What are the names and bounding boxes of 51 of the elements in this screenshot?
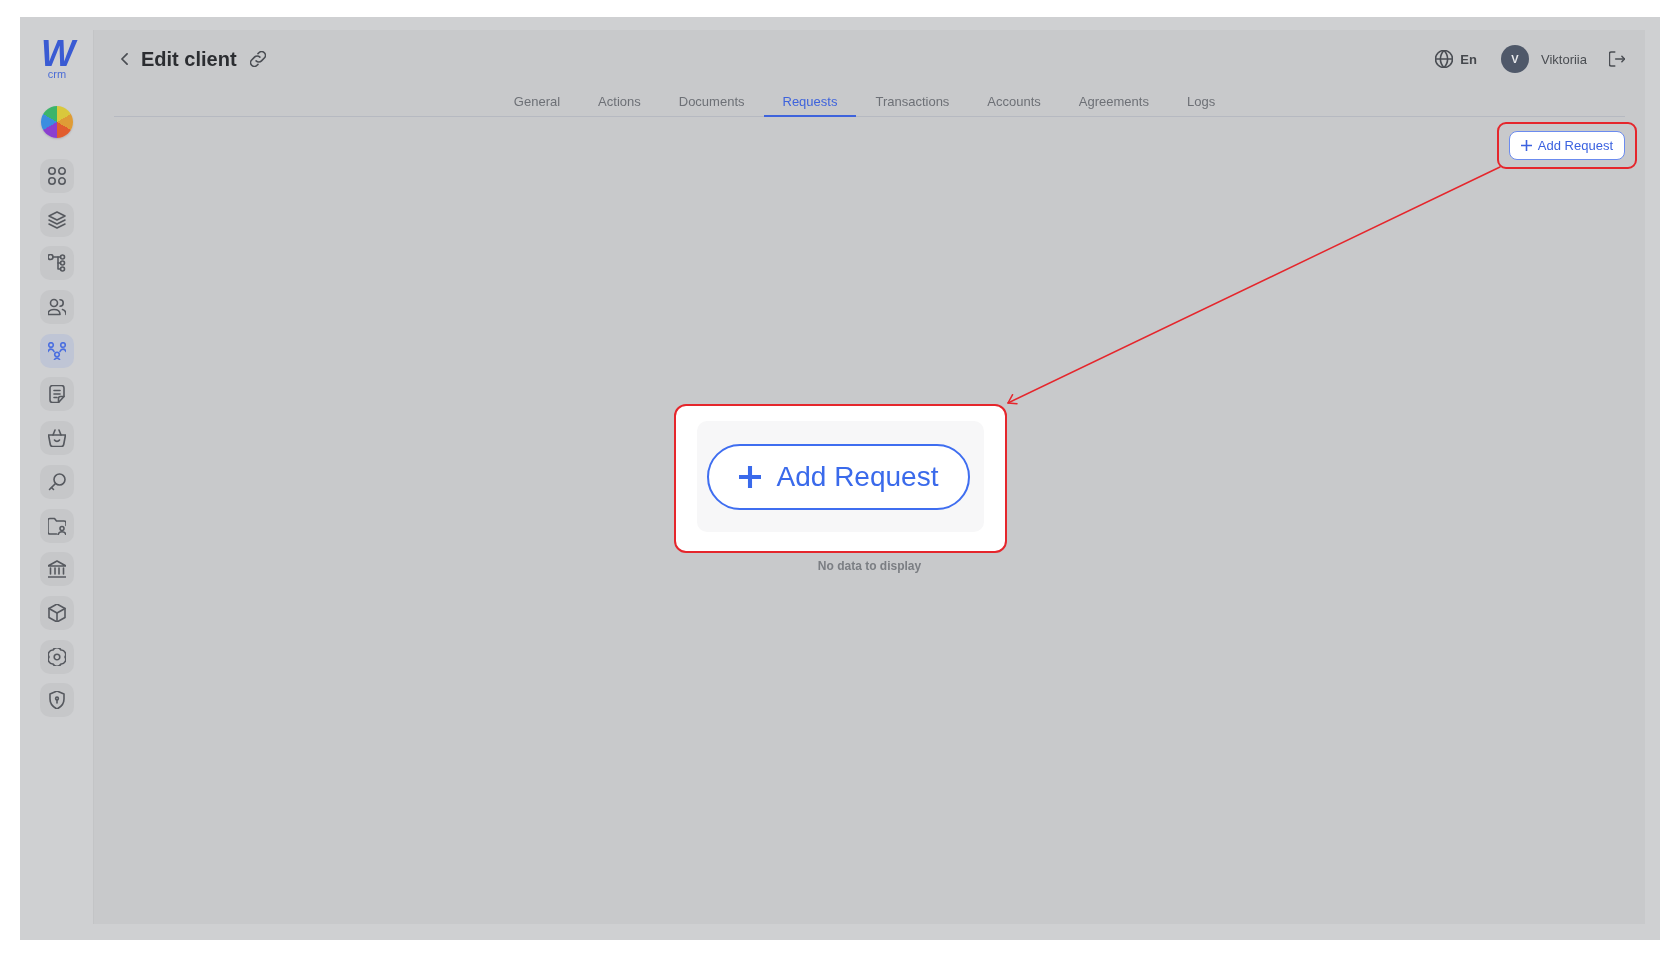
sidebar-nav-button[interactable] [40,290,74,325]
bank-icon [48,560,66,579]
users-icon [48,298,66,317]
sidebar-nav-button[interactable] [40,639,74,674]
add-request-button[interactable]: Add Request [707,443,970,510]
empty-state-message: No data to display [816,558,923,574]
sidebar-nav-button[interactable] [40,464,74,499]
folder-user-icon [48,516,66,535]
user-avatar[interactable]: V [1501,45,1529,73]
link-icon [249,51,266,67]
logout-icon [1609,51,1625,67]
sidebar-nav-button[interactable] [40,508,74,543]
sidebar-nav-button[interactable] [40,377,74,412]
language-switcher[interactable]: En [1435,50,1477,68]
basket-icon [48,429,66,448]
note-icon [48,385,66,404]
color-wheel-icon[interactable] [41,106,73,138]
page-title: Edit client [141,47,237,72]
sidebar-nav-button[interactable] [40,333,74,368]
globe-icon [1435,50,1454,68]
tab[interactable]: Requests [763,88,857,117]
gear-icon [48,647,66,666]
sidebar-nav-button[interactable] [40,246,74,281]
sidebar-nav-button[interactable] [40,159,74,193]
logo-caption: crm [47,68,67,80]
tab[interactable]: Accounts [968,88,1060,117]
hierarchy-icon [48,254,66,273]
shield-icon [48,691,66,710]
tab[interactable]: General [494,88,580,117]
add-request-button[interactable]: Add Request [1508,131,1625,160]
plus-icon [738,465,761,488]
key-icon [48,472,66,491]
sidebar-nav-button[interactable] [40,683,74,718]
tab[interactable]: Documents [659,88,764,117]
copy-link-button[interactable] [249,51,266,67]
tab[interactable]: Agreements [1059,88,1168,117]
tab[interactable]: Transactions [856,88,969,117]
team-icon [48,341,66,360]
chevron-left-icon [120,53,128,65]
sidebar-nav-button[interactable] [40,421,74,456]
sidebar-nav-button[interactable] [40,552,74,587]
tab[interactable]: Actions [579,88,660,117]
layers-icon [48,210,66,229]
sidebar-nav-button[interactable] [40,202,74,237]
plus-icon [1520,140,1532,151]
cube-icon [48,603,66,622]
logout-button[interactable] [1609,51,1625,67]
user-name: Viktoriia [1541,51,1587,67]
tab[interactable]: Logs [1167,88,1235,117]
sidebar-nav-button[interactable] [40,595,74,630]
grid-icon [48,167,66,185]
